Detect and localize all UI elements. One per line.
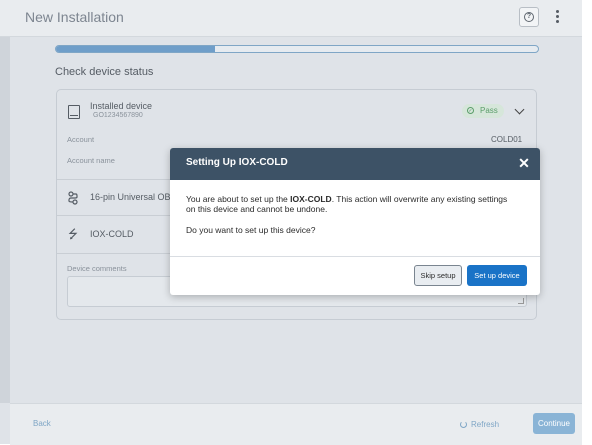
continue-button[interactable]: Continue	[533, 413, 575, 434]
harness-icon	[68, 191, 78, 205]
left-gutter	[0, 37, 10, 403]
device-name: Installed device	[90, 101, 153, 111]
account-value: COLD01	[491, 135, 523, 144]
dialog-body: You are about to set up the IOX-COLD. Th…	[186, 194, 516, 246]
progress-fill	[56, 46, 216, 52]
help-button[interactable]: ?	[519, 7, 539, 27]
usb-icon: ⭍	[68, 227, 78, 241]
account-label: Account	[67, 135, 95, 144]
dialog-divider	[170, 256, 540, 257]
skip-setup-button[interactable]: Skip setup	[414, 265, 462, 286]
status-badge: ✓ Pass	[462, 104, 504, 118]
device-serial: GO1234567890	[93, 112, 143, 119]
status-label: Pass	[480, 106, 498, 115]
refresh-button[interactable]: Refresh	[460, 420, 499, 429]
iox-label: IOX-COLD	[90, 229, 134, 239]
dialog-message: You are about to set up the IOX-COLD. Th…	[186, 194, 508, 214]
account-name-label: Account name	[67, 156, 115, 165]
device-name-bold: IOX-COLD	[290, 194, 332, 204]
section-title: Check device status	[55, 66, 154, 78]
refresh-icon	[460, 421, 467, 428]
kebab-icon[interactable]	[553, 10, 561, 26]
back-link[interactable]: Back	[33, 419, 51, 428]
check-icon: ✓	[467, 107, 474, 114]
close-icon[interactable]: ✕	[517, 155, 531, 171]
dialog-title: Setting Up IOX-COLD	[186, 157, 288, 168]
question-icon: ?	[524, 12, 534, 22]
setup-dialog: Setting Up IOX-COLD ✕ You are about to s…	[170, 148, 540, 295]
page-title: New Installation	[25, 9, 124, 25]
comments-label: Device comments	[67, 264, 127, 273]
progress-bar	[55, 45, 539, 53]
harness-label: 16-pin Universal OB	[90, 192, 171, 202]
dialog-header: Setting Up IOX-COLD ✕	[170, 148, 540, 180]
refresh-label: Refresh	[471, 420, 500, 429]
resize-handle-icon[interactable]	[518, 298, 524, 304]
window-edge	[582, 0, 592, 444]
device-icon	[68, 105, 80, 119]
dialog-question: Do you want to set up this device?	[186, 225, 316, 235]
top-header: New Installation ?	[0, 0, 582, 37]
set-up-device-button[interactable]: Set up device	[467, 265, 527, 286]
